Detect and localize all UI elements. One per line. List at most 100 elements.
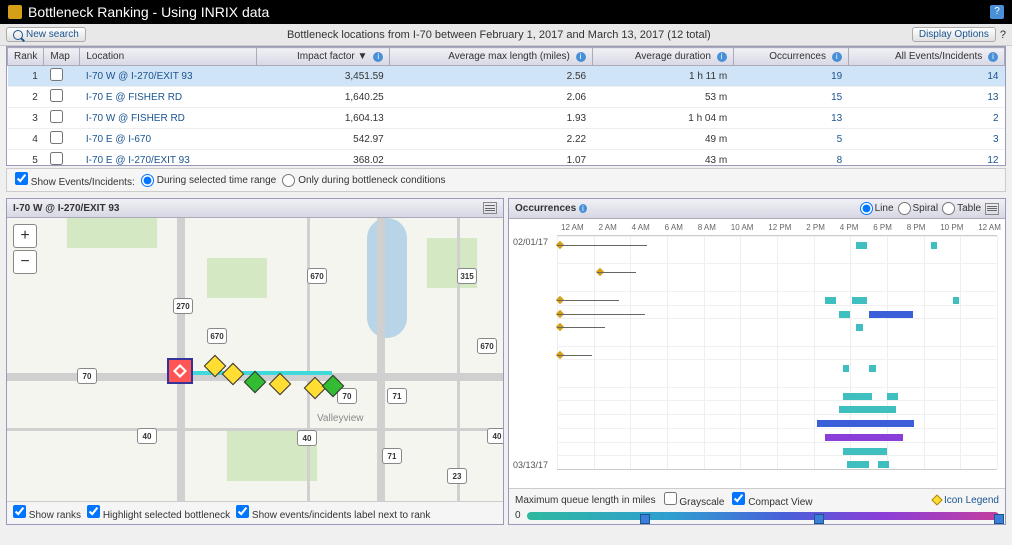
scale-min: 0 [515, 510, 521, 521]
rank-marker-1[interactable] [167, 358, 193, 384]
route-shield: 71 [387, 388, 407, 404]
occurrence-block[interactable] [856, 324, 863, 331]
col-occ[interactable]: Occurrences i [733, 48, 848, 66]
table-row[interactable]: 1 I-70 W @ I-270/EXIT 933,451.59 2.561 h… [8, 66, 1005, 87]
table-row[interactable]: 5 I-70 E @ I-270/EXIT 93368.02 1.0743 m … [8, 150, 1005, 167]
max-queue-label: Maximum queue length in miles [515, 495, 656, 506]
x-tick: 12 AM [978, 223, 1001, 232]
table-row[interactable]: 3 I-70 W @ FISHER RD1,604.13 1.931 h 04 … [8, 108, 1005, 129]
radio-during-range[interactable]: During selected time range [141, 174, 277, 187]
map-checkbox[interactable] [50, 89, 63, 102]
route-shield: 670 [477, 338, 497, 354]
map-checkbox[interactable] [50, 152, 63, 165]
occurrence-block[interactable] [869, 365, 876, 372]
map-checkbox[interactable] [50, 131, 63, 144]
occurrence-block[interactable] [869, 311, 913, 318]
occurrence-block[interactable] [953, 297, 959, 304]
x-tick: 6 AM [665, 223, 683, 232]
route-shield: 71 [382, 448, 402, 464]
route-shield: 270 [173, 298, 193, 314]
grayscale-checkbox[interactable]: Grayscale [664, 492, 725, 508]
menu-icon[interactable] [483, 202, 497, 214]
event-line [557, 314, 645, 315]
chart-row [557, 291, 997, 305]
route-shield: 40 [297, 430, 317, 446]
new-search-button[interactable]: New search [6, 27, 86, 42]
occurrence-block[interactable] [852, 297, 867, 304]
table-header-row: Rank Map Location Impact factor ▼ i Aver… [8, 48, 1005, 66]
occurrence-block[interactable] [856, 242, 867, 249]
x-tick: 12 PM [768, 223, 791, 232]
view-table-radio[interactable]: Table [942, 202, 981, 215]
col-avg-len[interactable]: Average max length (miles) i [390, 48, 592, 66]
x-tick: 8 AM [698, 223, 716, 232]
highlight-checkbox[interactable]: Highlight selected bottleneck [87, 505, 230, 521]
occurrence-block[interactable] [847, 461, 869, 468]
show-labels-checkbox[interactable]: Show events/incidents label next to rank [236, 505, 430, 521]
x-tick: 4 AM [632, 223, 650, 232]
table-row[interactable]: 2 I-70 E @ FISHER RD1,640.25 2.0653 m 15… [8, 87, 1005, 108]
occurrence-block[interactable] [817, 420, 914, 427]
occurrence-block[interactable] [825, 297, 836, 304]
menu-icon[interactable] [985, 203, 999, 215]
table-row[interactable]: 4 I-70 E @ I-670542.97 2.2249 m 53 [8, 129, 1005, 150]
chart-row [557, 428, 997, 442]
event-line [597, 272, 636, 273]
map[interactable]: + − [7, 218, 503, 501]
occurrence-block[interactable] [825, 434, 904, 441]
occurrence-block[interactable] [878, 461, 889, 468]
route-shield: 70 [77, 368, 97, 384]
map-checkbox[interactable] [50, 68, 63, 81]
route-shield: 23 [447, 468, 467, 484]
map-panel: I-70 W @ I-270/EXIT 93 + − [6, 198, 504, 525]
info-icon[interactable]: ? [1000, 29, 1006, 41]
icon-legend-link[interactable]: Icon Legend [933, 495, 999, 506]
search-icon [13, 30, 23, 40]
route-shield: 70 [337, 388, 357, 404]
title-bar: Bottleneck Ranking - Using INRIX data ? [0, 0, 1012, 24]
show-events-checkbox[interactable]: Show Events/Incidents: [15, 172, 135, 188]
occurrence-block[interactable] [931, 242, 937, 249]
filter-bar: Show Events/Incidents: During selected t… [6, 168, 1006, 192]
color-scale[interactable]: 2 5 8 [527, 512, 999, 520]
occurrence-block[interactable] [843, 365, 849, 372]
occurrence-block[interactable] [887, 393, 898, 400]
event-line [557, 355, 592, 356]
view-line-radio[interactable]: Line [860, 202, 894, 215]
zoom-out-button[interactable]: − [13, 250, 37, 274]
chart-row [557, 305, 997, 319]
col-location[interactable]: Location [80, 48, 256, 66]
event-line [557, 245, 647, 246]
event-line [557, 300, 619, 301]
route-shield: 40 [487, 428, 503, 444]
route-shield: 315 [457, 268, 477, 284]
zoom-in-button[interactable]: + [13, 224, 37, 248]
compact-checkbox[interactable]: Compact View [732, 492, 812, 508]
view-spiral-radio[interactable]: Spiral [898, 202, 939, 215]
chart-row [557, 442, 997, 456]
occurrences-chart[interactable]: 12 AM2 AM4 AM6 AM8 AM10 AM12 PM2 PM4 PM6… [509, 219, 1005, 488]
show-ranks-checkbox[interactable]: Show ranks [13, 505, 81, 521]
map-checkbox[interactable] [50, 110, 63, 123]
event-line [557, 327, 605, 328]
col-map[interactable]: Map [44, 48, 80, 66]
col-events[interactable]: All Events/Incidents i [848, 48, 1004, 66]
chart-row [557, 414, 997, 428]
occurrence-block[interactable] [839, 311, 850, 318]
col-avg-dur[interactable]: Average duration i [592, 48, 733, 66]
occurrences-panel: Occurrences i Line Spiral Table 12 AM2 A… [508, 198, 1006, 525]
toolbar: New search Bottleneck locations from I-7… [0, 24, 1012, 46]
occurrence-block[interactable] [843, 393, 872, 400]
col-impact[interactable]: Impact factor ▼ i [256, 48, 390, 66]
y-start-label: 02/01/17 [513, 237, 548, 247]
map-panel-header: I-70 W @ I-270/EXIT 93 [7, 199, 503, 218]
bottleneck-table[interactable]: Rank Map Location Impact factor ▼ i Aver… [6, 46, 1006, 166]
occurrence-block[interactable] [839, 406, 896, 413]
x-tick: 2 AM [599, 223, 617, 232]
col-rank[interactable]: Rank [8, 48, 44, 66]
radio-only-bottleneck[interactable]: Only during bottleneck conditions [282, 174, 445, 187]
display-options-button[interactable]: Display Options [912, 27, 996, 42]
occurrence-block[interactable] [843, 448, 887, 455]
help-icon[interactable]: ? [990, 5, 1004, 19]
page-title: Bottleneck Ranking - Using INRIX data [28, 4, 269, 20]
